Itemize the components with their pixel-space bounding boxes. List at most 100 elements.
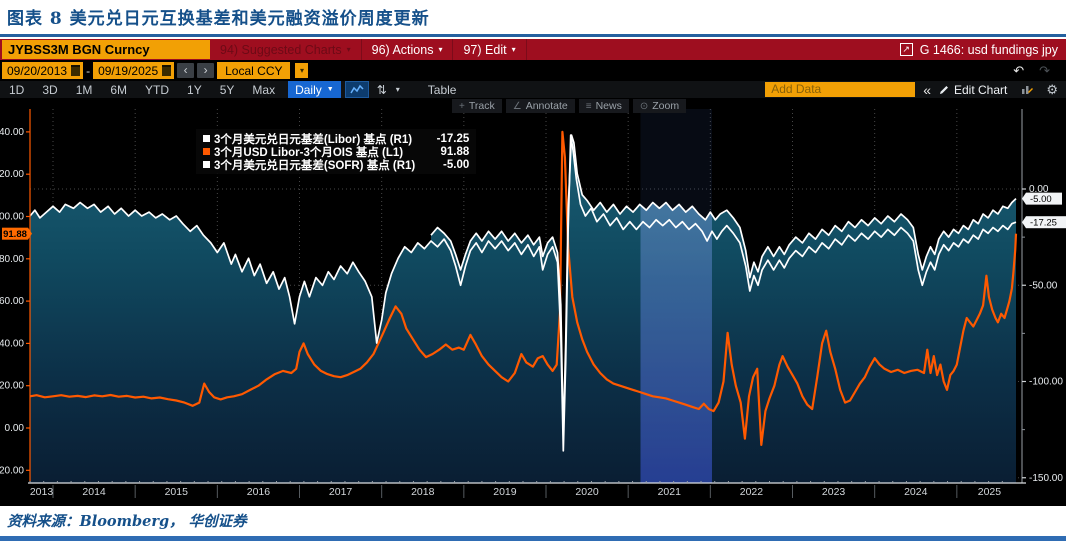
svg-text:-17.25: -17.25 xyxy=(1030,218,1057,229)
legend-swatch xyxy=(203,161,210,168)
bloomberg-terminal-window: JYBSS3M BGN Curncy 94) Suggested Charts … xyxy=(0,39,1066,506)
sort-series-button[interactable]: ⇅ xyxy=(373,82,391,97)
gear-icon[interactable]: ⚙ xyxy=(1036,82,1066,98)
shift-range-forward-button[interactable]: › xyxy=(197,63,214,78)
svg-text:-5.00: -5.00 xyxy=(1030,194,1052,205)
export-icon[interactable]: ↗ xyxy=(900,43,913,56)
basis-chart-plot[interactable]: 140.00120.00100.0080.0060.0040.0020.000.… xyxy=(0,98,1066,506)
svg-text:2021: 2021 xyxy=(658,486,682,498)
edit-chart-label: Edit Chart xyxy=(954,83,1007,97)
legend-value: -5.00 xyxy=(415,159,469,171)
period-button-ytd[interactable]: YTD xyxy=(136,83,178,97)
legend-swatch xyxy=(203,135,210,142)
svg-text:2014: 2014 xyxy=(82,486,106,498)
line-chart-icon xyxy=(350,84,364,95)
chevron-down-icon: ▾ xyxy=(512,46,516,54)
menu-suggested-charts[interactable]: 94) Suggested Charts ▾ xyxy=(210,39,362,60)
currency-select[interactable]: Local CCY xyxy=(217,62,290,79)
annotate-icon: ∠ xyxy=(513,101,522,112)
line-chart-type-button[interactable] xyxy=(345,81,369,98)
menu-actions[interactable]: 96) Actions ▾ xyxy=(362,39,454,60)
end-date-input[interactable]: 09/19/2025 xyxy=(93,62,174,79)
tool-news[interactable]: ≡News xyxy=(579,99,629,113)
legend-value: 91.88 xyxy=(415,146,469,158)
svg-text:0.00: 0.00 xyxy=(5,423,25,434)
svg-text:-150.00: -150.00 xyxy=(1029,473,1063,484)
svg-text:2023: 2023 xyxy=(822,486,846,498)
svg-text:80.00: 80.00 xyxy=(0,254,24,265)
period-button-1m[interactable]: 1M xyxy=(67,83,102,97)
edit-chart-button[interactable]: Edit Chart xyxy=(939,83,1007,97)
svg-text:2022: 2022 xyxy=(740,486,764,498)
svg-text:2017: 2017 xyxy=(329,486,353,498)
track-icon: + xyxy=(459,101,465,112)
start-date-input[interactable]: 09/20/2013 xyxy=(2,62,83,79)
svg-text:2020: 2020 xyxy=(575,486,599,498)
calendar-icon[interactable] xyxy=(162,65,171,76)
redo-icon[interactable]: ↷ xyxy=(1033,63,1056,79)
svg-text:2018: 2018 xyxy=(411,486,435,498)
undo-icon[interactable]: ↶ xyxy=(1007,63,1030,79)
chart-annotation-edit-button[interactable] xyxy=(1011,82,1036,97)
currency-dropdown-caret[interactable]: ▾ xyxy=(295,63,308,78)
table-view-button[interactable]: Table xyxy=(419,83,466,97)
svg-text:91.88: 91.88 xyxy=(3,229,27,240)
svg-text:2016: 2016 xyxy=(247,486,271,498)
svg-text:60.00: 60.00 xyxy=(0,296,24,307)
svg-text:140.00: 140.00 xyxy=(0,127,24,138)
period-button-5y[interactable]: 5Y xyxy=(211,83,244,97)
page-title: 图表 8 美元兑日元互换基差和美元融资溢价周度更新 xyxy=(0,0,1066,34)
period-button-max[interactable]: Max xyxy=(243,83,284,97)
menu-edit[interactable]: 97) Edit ▾ xyxy=(453,39,526,60)
start-date-value: 09/20/2013 xyxy=(7,64,67,78)
chart-settings-toolbar: 1D3D1M6MYTD1Y5YMax Daily ▼ ⇅ ▾ Table Add… xyxy=(0,81,1066,98)
legend-item-2[interactable]: 3个月美元兑日元基差(SOFR) 基点 (R1)-5.00 xyxy=(203,158,469,171)
chevron-down-icon: ▾ xyxy=(438,46,442,54)
function-title: ↗ G 1466: usd fundings jpy xyxy=(900,39,1066,60)
period-button-1d[interactable]: 1D xyxy=(0,83,33,97)
svg-text:2024: 2024 xyxy=(904,486,928,498)
period-button-3d[interactable]: 3D xyxy=(33,83,66,97)
legend-value: -17.25 xyxy=(415,133,469,145)
menu-edit-label: 97) Edit xyxy=(463,43,506,57)
footer-bar xyxy=(0,536,1066,541)
chart-legend: 3个月美元兑日元基差(Libor) 基点 (R1)-17.253个月USD Li… xyxy=(196,129,476,174)
legend-swatch xyxy=(203,148,210,155)
period-buttons: 1D3D1M6MYTD1Y5YMax xyxy=(0,83,284,97)
sort-icon: ⇅ xyxy=(377,83,387,97)
chart-tools: +Track ∠Annotate ≡News ⊙Zoom xyxy=(452,99,686,113)
chevron-down-icon: ▾ xyxy=(347,46,351,54)
date-separator: - xyxy=(86,64,90,78)
svg-text:2015: 2015 xyxy=(165,486,189,498)
chart-area: 140.00120.00100.0080.0060.0040.0020.000.… xyxy=(0,98,1066,506)
period-button-1y[interactable]: 1Y xyxy=(178,83,211,97)
menu-actions-label: 96) Actions xyxy=(372,43,434,57)
shift-range-back-button[interactable]: ‹ xyxy=(177,63,194,78)
svg-text:2025: 2025 xyxy=(978,486,1002,498)
svg-text:-100.00: -100.00 xyxy=(1029,377,1063,388)
menu-suggested-label: 94) Suggested Charts xyxy=(220,43,342,57)
collapse-panel-icon[interactable]: « xyxy=(915,82,939,98)
news-icon: ≡ xyxy=(586,101,592,112)
tool-annotate[interactable]: ∠Annotate xyxy=(506,99,575,113)
frequency-value: Daily xyxy=(295,83,322,97)
source-note: 资料来源：Bloomberg， 华创证券 xyxy=(0,506,1066,536)
svg-text:20.00: 20.00 xyxy=(0,381,24,392)
chart-type-dropdown-caret[interactable]: ▾ xyxy=(391,85,405,94)
ticker-input[interactable]: JYBSS3M BGN Curncy xyxy=(2,40,210,59)
tool-track[interactable]: +Track xyxy=(452,99,502,113)
chart-edit-icon xyxy=(1021,84,1034,95)
tool-zoom[interactable]: ⊙Zoom xyxy=(633,99,686,113)
pencil-icon xyxy=(939,84,949,95)
svg-text:2019: 2019 xyxy=(493,486,517,498)
calendar-icon[interactable] xyxy=(71,65,80,76)
terminal-menu-bar: JYBSS3M BGN Curncy 94) Suggested Charts … xyxy=(0,39,1066,60)
svg-text:100.00: 100.00 xyxy=(0,212,24,223)
add-data-input[interactable]: Add Data xyxy=(765,82,915,97)
frequency-select[interactable]: Daily ▼ xyxy=(288,81,341,98)
title-divider xyxy=(0,34,1066,37)
date-range-toolbar: 09/20/2013 - 09/19/2025 ‹ › Local CCY ▾ … xyxy=(0,60,1066,81)
period-button-6m[interactable]: 6M xyxy=(101,83,136,97)
zoom-icon: ⊙ xyxy=(640,101,648,112)
chevron-down-icon: ▼ xyxy=(327,86,334,93)
